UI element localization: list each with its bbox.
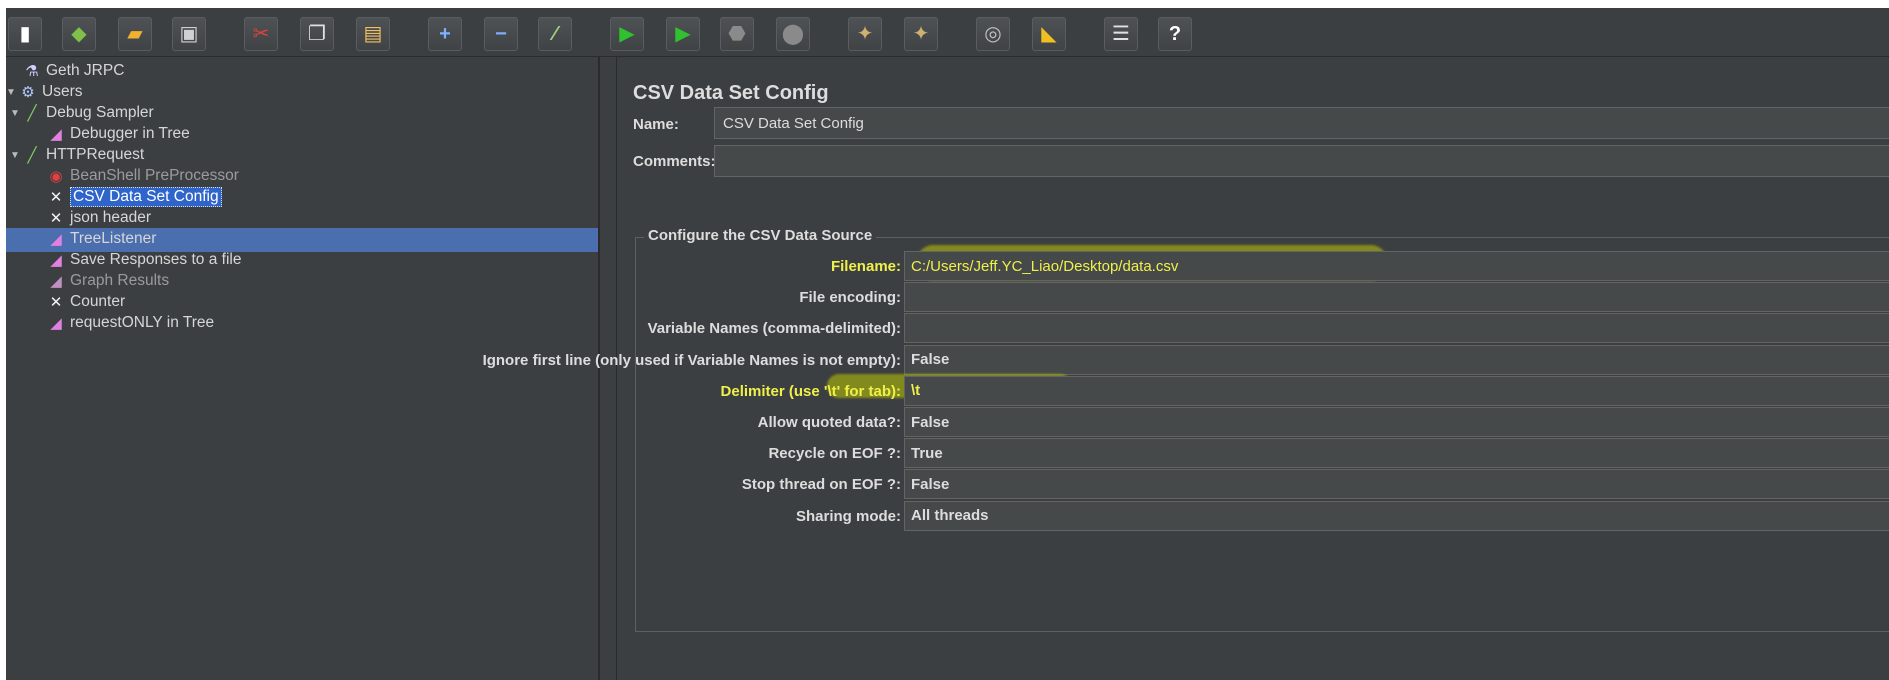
tree-node-label: Counter [70,293,126,310]
clear-all-button[interactable]: ✦ [904,17,938,51]
tree-node-label: Graph Results [70,272,170,289]
thread-group-gear-icon: ⚙ [21,84,35,101]
tree-node-label: Users [42,83,83,100]
row-label: Filename: [830,258,901,275]
tree-node-label: Save Responses to a file [70,251,242,268]
plus-icon: + [439,23,451,45]
listener-graph-icon: ◢ [50,126,62,143]
stop-icon: ⬣ [728,23,746,45]
row-label: Stop thread on EOF ?: [741,476,901,494]
help-button[interactable]: ? [1158,17,1192,51]
start-no-pauses-button[interactable]: ▶ [666,17,700,51]
preprocessor-icon: ◉ [49,168,63,185]
clear-all-broom-icon: ✦ [912,23,930,45]
templates-icon: ◆ [71,23,87,45]
tree-node-label: BeanShell PreProcessor [70,167,239,184]
minus-icon: − [495,23,507,45]
comments-label: Comments: [633,153,716,170]
toolbar: ▮ ◆ ▰ ▣ ✂ ❐ ▤ + − ⁄ ▶ ▶ ⬣ ⬤ ✦ ✦ ◎ ◣ ☰? [6,8,1889,57]
sampler-pipette-icon: ╱ [27,105,37,122]
tree-node-label: Debug Sampler [46,104,154,121]
play-no-pause-icon: ▶ [675,23,691,45]
open-folder-icon: ▰ [127,23,143,45]
name-label: Name: [633,116,679,133]
jmeter-window: ▮ ◆ ▰ ▣ ✂ ❐ ▤ + − ⁄ ▶ ▶ ⬣ ⬤ ✦ ✦ ◎ ◣ ☰? ⚗ Geth JRPC ▼ ⚙ Users ▼ ╱… [6,8,1889,680]
name-field[interactable]: CSV Data Set Config [714,107,1889,139]
row-field[interactable]: All threads [904,500,1889,531]
stop-button[interactable]: ⬣ [720,17,754,51]
new-button[interactable]: ▮ [8,17,42,51]
row-field[interactable]: \t [904,375,1889,406]
cut-button[interactable]: ✂ [244,17,278,51]
copy-icon: ❐ [308,23,326,45]
listener-graph-icon: ◢ [50,315,62,332]
collapse-button[interactable]: − [484,17,518,51]
expand-button[interactable]: + [428,17,462,51]
clear-button[interactable]: ✦ [848,17,882,51]
function-helper-icon: ☰ [1112,23,1130,45]
reset-search-button[interactable]: ◣ [1032,17,1066,51]
row-field[interactable] [904,282,1889,313]
help-icon: ? [1168,23,1182,45]
row-field[interactable]: False [904,407,1889,437]
listener-graph-icon: ◢ [50,252,62,269]
panel-title: CSV Data Set Config [633,82,829,104]
paste-button[interactable]: ▤ [356,17,390,51]
function-helper-button[interactable]: ☰ [1104,17,1138,51]
tree-node-label: Geth JRPC [46,62,125,79]
clear-broom-icon: ✦ [856,23,874,45]
tree-node-label: requestONLY in Tree [70,314,215,331]
row-label: Variable Names (comma-delimited): [647,320,901,338]
paste-icon: ▤ [363,23,383,45]
comments-field[interactable] [714,145,1889,177]
row-field[interactable]: False [904,344,1889,375]
row-field[interactable] [904,313,1889,344]
row-label: Allow quoted data?: [757,414,901,431]
tree-node-label: HTTPRequest [46,146,145,163]
templates-button[interactable]: ◆ [62,17,96,51]
row-field[interactable]: True [904,438,1889,469]
row-label: Ignore first line (only used if Variable… [482,351,901,369]
toggle-icon: ⁄ [553,23,557,45]
save-icon: ▣ [179,23,199,45]
binoculars-icon: ◎ [984,23,1002,45]
tree-node[interactable]: ◢ requestONLY in Tree [34,311,214,335]
expand-arrow-icon[interactable]: ▼ [10,150,22,161]
new-document-icon: ▮ [19,23,31,45]
start-button[interactable]: ▶ [610,17,644,51]
shutdown-button[interactable]: ⬤ [776,17,810,51]
sampler-pipette-icon: ╱ [27,147,37,164]
tree-node-label: CSV Data Set Config [70,187,222,207]
tree-node-label: Debugger in Tree [70,125,190,142]
row-label: Recycle on EOF ?: [768,445,901,463]
expand-arrow-icon[interactable]: ▼ [10,108,22,119]
row-field[interactable]: False [904,469,1889,500]
reset-search-icon: ◣ [1041,23,1057,45]
toggle-button[interactable]: ⁄ [538,17,572,51]
config-wrench-icon: ✕ [49,294,63,311]
open-button[interactable]: ▰ [118,17,152,51]
row-label: File encoding: [799,289,901,307]
config-wrench-icon: ✕ [49,189,63,206]
test-plan-icon: ⚗ [25,63,39,80]
copy-button[interactable]: ❐ [300,17,334,51]
csv-config-panel: CSV Data Set Config Name: CSV Data Set C… [483,57,1889,680]
row-label: Delimiter (use '\t' for tab): [720,382,901,400]
listener-graph-icon: ◢ [50,231,62,248]
config-wrench-icon: ✕ [49,210,63,227]
tree-node-label: TreeListener [70,230,157,247]
save-button[interactable]: ▣ [172,17,206,51]
group-title: Configure the CSV Data Source [644,227,877,244]
row-field[interactable]: C:/Users/Jeff.YC_Liao/Desktop/data.csv [904,251,1889,281]
tree-node-label: json header [70,209,152,226]
row-label: Sharing mode: [795,507,901,525]
shutdown-icon: ⬤ [781,23,805,45]
search-button[interactable]: ◎ [976,17,1010,51]
cut-icon: ✂ [252,23,270,45]
expand-arrow-icon[interactable]: ▼ [6,87,18,98]
play-icon: ▶ [619,23,635,45]
listener-graph-icon: ◢ [50,273,62,290]
